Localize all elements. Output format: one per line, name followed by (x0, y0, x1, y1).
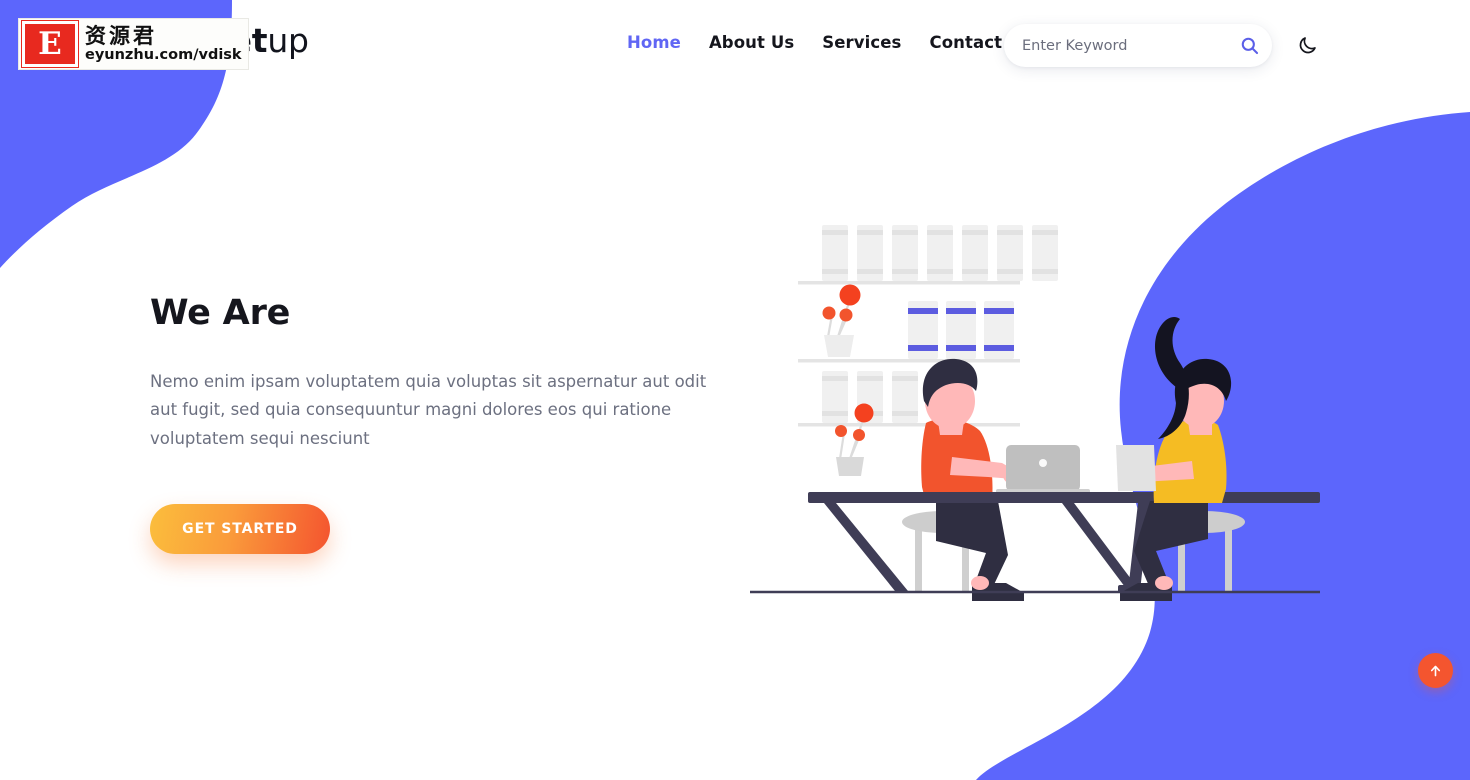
desk (808, 492, 1320, 593)
arrow-up-icon (1430, 665, 1441, 677)
desk-top (808, 492, 1320, 503)
scroll-to-top-button[interactable] (1418, 653, 1453, 688)
search-icon (1241, 37, 1258, 55)
shelf-top-books (822, 225, 1058, 281)
shelf-board-top (798, 281, 1020, 285)
dark-mode-toggle[interactable] (1292, 30, 1322, 60)
hero-paragraph: Nemo enim ipsam voluptatem quia voluptas… (150, 372, 707, 448)
get-started-button[interactable]: GET STARTED (150, 504, 330, 555)
watermark-badge: E (21, 20, 79, 68)
flower-red-small-1 (822, 306, 836, 320)
search-input[interactable] (1004, 24, 1226, 67)
watermark-text: 资源君 eyunzhu.com/vdisk (85, 21, 242, 67)
nav-item-about-us[interactable]: About Us (695, 33, 808, 52)
hero-title: We Are (150, 293, 291, 333)
person-left-leg (936, 501, 1008, 593)
nav-item-services[interactable]: Services (808, 33, 915, 52)
brand-name-light: up (267, 21, 309, 60)
page-root: Setup Home About Us Services Contact Us (0, 0, 1470, 780)
desk-leg-mid (1062, 503, 1140, 591)
watermark-overlay: E 资源君 eyunzhu.com/vdisk (18, 18, 249, 70)
hero-section: We Are Nemo enim ipsam voluptatem quia v… (150, 292, 730, 555)
flower-red-small-2 (839, 308, 853, 322)
vase-upper (824, 335, 854, 357)
tablet (1116, 445, 1156, 491)
nav-item-home[interactable]: Home (627, 33, 695, 52)
desk-leg-left (824, 503, 908, 591)
search-box[interactable] (1004, 24, 1272, 67)
shelf-board-bottom (798, 423, 1020, 427)
search-button[interactable] (1226, 24, 1272, 67)
person-right-neck (1188, 421, 1212, 435)
hero-illustration (750, 225, 1320, 601)
laptop (996, 445, 1090, 495)
watermark-url: eyunzhu.com/vdisk (85, 46, 242, 63)
flower-red-large (839, 284, 861, 306)
person-right-ankle (1155, 576, 1173, 590)
main-navigation: Home About Us Services Contact Us (627, 33, 1045, 52)
shelf-board-middle (798, 359, 1020, 363)
person-left-neck (938, 421, 964, 435)
moon-icon (1299, 36, 1316, 53)
shelf-vase-upper (822, 284, 861, 357)
person-left-ankle (971, 576, 989, 590)
watermark-chinese: 资源君 (85, 23, 157, 48)
shelf-middle-books (908, 301, 1014, 359)
laptop-camera-dot (1039, 459, 1047, 467)
